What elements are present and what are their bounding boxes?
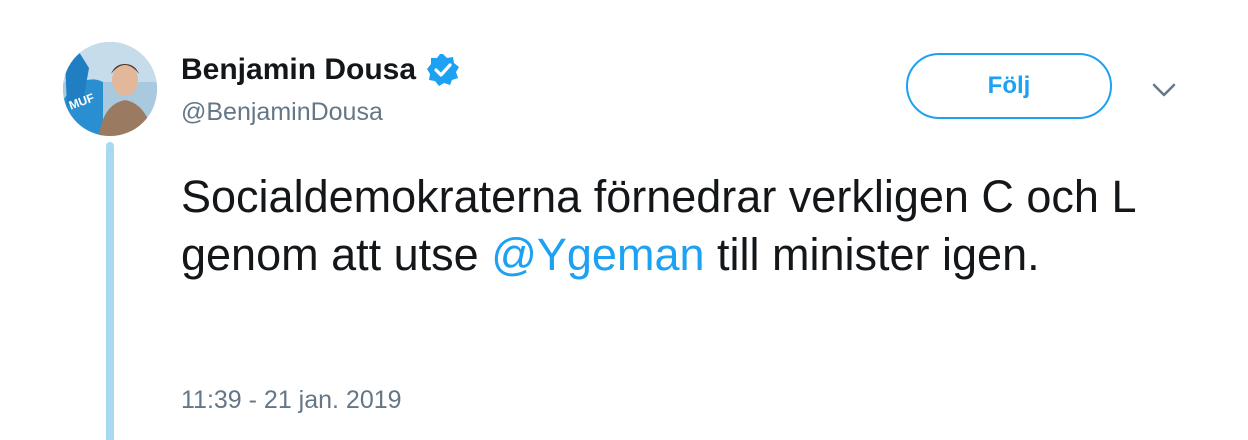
follow-button[interactable]: Följ xyxy=(906,53,1112,119)
chevron-down-icon[interactable] xyxy=(1150,76,1178,104)
mention-link[interactable]: @Ygeman xyxy=(491,229,704,280)
tweet-text-after: till minister igen. xyxy=(704,229,1040,280)
tweet-text: Socialdemokraterna förnedrar verkligen C… xyxy=(181,168,1191,284)
author-display-name[interactable]: Benjamin Dousa xyxy=(181,53,416,87)
author-handle[interactable]: @BenjaminDousa xyxy=(181,98,383,127)
tweet-timestamp[interactable]: 11:39 - 21 jan. 2019 xyxy=(181,386,402,415)
avatar[interactable]: MUF xyxy=(63,42,157,136)
tweet-card: MUF Benjamin Dousa @BenjaminDousa Följ S… xyxy=(0,0,1248,440)
author-name-row: Benjamin Dousa xyxy=(181,50,460,90)
thread-line xyxy=(106,142,114,440)
verified-badge-icon xyxy=(426,53,460,87)
